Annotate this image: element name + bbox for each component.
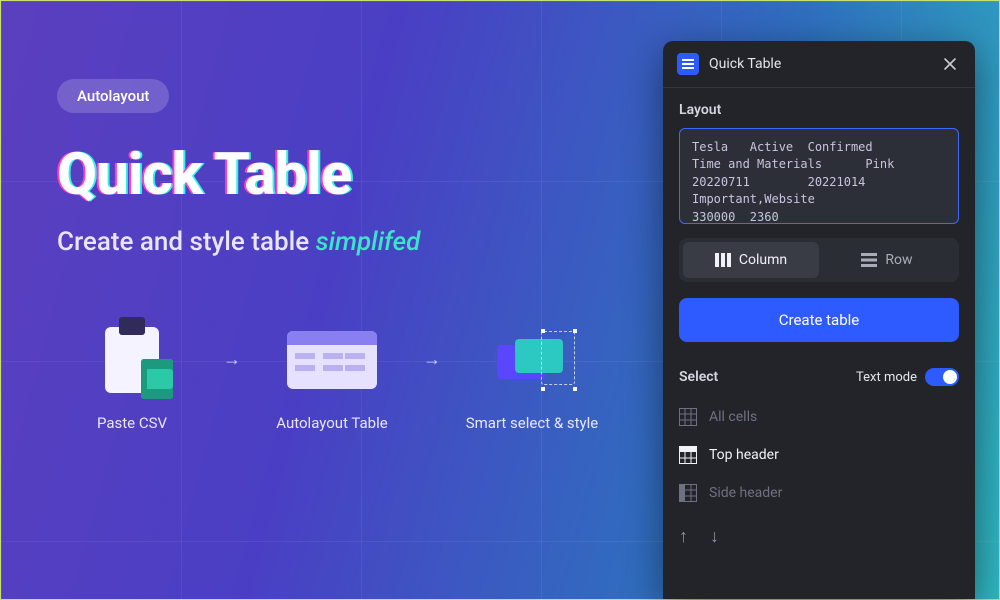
close-button[interactable] xyxy=(939,53,961,75)
panel-title: Quick Table xyxy=(709,56,929,72)
hero-title: Quick Table xyxy=(57,141,627,209)
option-label: Side header xyxy=(709,485,782,501)
step-smart-select: Smart select & style xyxy=(457,321,607,433)
top-header-icon xyxy=(679,446,697,464)
arrow-icon: → xyxy=(415,321,449,370)
step-paste-csv: Paste CSV xyxy=(57,321,207,433)
side-header-icon xyxy=(679,484,697,502)
column-toggle-button[interactable]: Column xyxy=(683,242,819,278)
text-mode-label: Text mode xyxy=(856,370,917,385)
hero-subtitle-emphasis: simplifed xyxy=(316,227,421,257)
text-mode-control: Text mode xyxy=(856,368,959,386)
columns-icon xyxy=(715,253,731,267)
move-down-button[interactable]: ↓ xyxy=(710,526,719,547)
move-up-button[interactable]: ↑ xyxy=(679,526,688,547)
layout-section-label: Layout xyxy=(679,102,959,118)
plugin-logo-icon xyxy=(677,53,699,75)
step-2-label: Autolayout Table xyxy=(257,413,407,433)
select-side-header-option[interactable]: Side header xyxy=(679,474,959,512)
orientation-segmented-control: Column Row xyxy=(679,238,959,282)
hero-subtitle: Create and style table simplifed xyxy=(57,227,627,257)
steps-row: Paste CSV → Autolayout Table → Smart sel… xyxy=(57,321,607,433)
step-autolayout-table: Autolayout Table xyxy=(257,321,407,433)
select-top-header-option[interactable]: Top header xyxy=(679,436,959,474)
step-3-label: Smart select & style xyxy=(457,413,607,433)
select-section-label: Select xyxy=(679,369,718,385)
reorder-arrows: ↑ ↓ xyxy=(679,526,959,547)
row-toggle-label: Row xyxy=(885,252,912,268)
create-table-button[interactable]: Create table xyxy=(679,298,959,342)
row-toggle-button[interactable]: Row xyxy=(819,242,955,278)
csv-input[interactable]: Tesla Active Confirmed Time and Material… xyxy=(679,128,959,224)
table-icon xyxy=(287,331,377,389)
hero: Autolayout Quick Table Create and style … xyxy=(57,79,627,257)
selection-icon xyxy=(493,335,571,385)
rows-icon xyxy=(861,253,877,267)
select-all-cells-option[interactable]: All cells xyxy=(679,398,959,436)
option-label: Top header xyxy=(709,447,779,463)
grid-icon xyxy=(679,408,697,426)
plugin-panel: Quick Table Layout Tesla Active Confirme… xyxy=(663,41,975,599)
autolayout-pill: Autolayout xyxy=(57,79,169,113)
panel-header: Quick Table xyxy=(663,41,975,88)
option-label: All cells xyxy=(709,409,757,425)
step-1-label: Paste CSV xyxy=(57,413,207,433)
close-icon xyxy=(943,57,957,71)
column-toggle-label: Column xyxy=(739,252,787,268)
hero-subtitle-pre: Create and style table xyxy=(57,227,316,257)
clipboard-icon xyxy=(105,327,159,393)
arrow-icon: → xyxy=(215,321,249,370)
text-mode-toggle[interactable] xyxy=(925,368,959,386)
